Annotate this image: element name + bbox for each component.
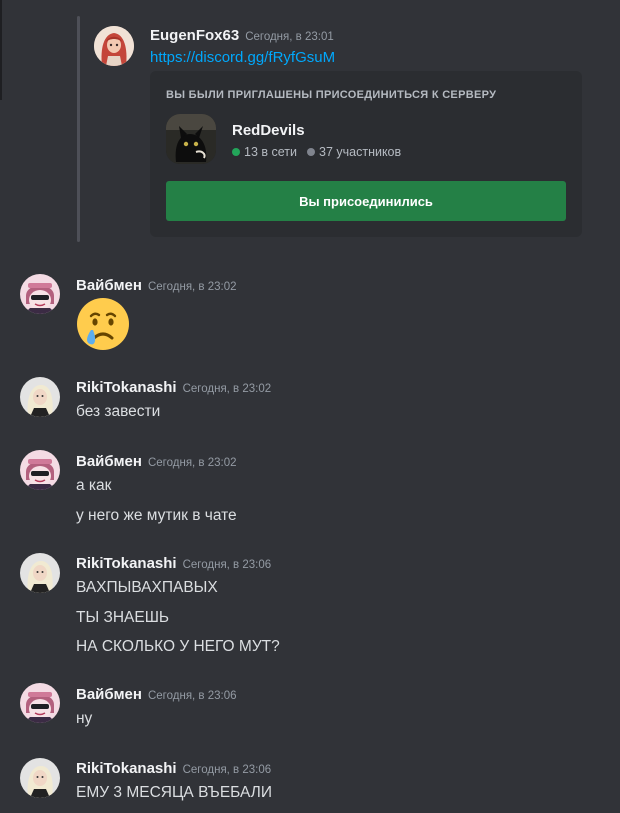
blonde-avatar-icon xyxy=(20,377,60,417)
anime-avatar-icon xyxy=(20,274,60,314)
message-text: у него же мутик в чате xyxy=(76,507,237,524)
blonde-avatar-icon xyxy=(20,758,60,798)
blonde-avatar-icon xyxy=(20,553,60,593)
message-timestamp: Сегодня, в 23:06 xyxy=(147,690,237,702)
message-timestamp: Сегодня, в 23:02 xyxy=(147,281,237,293)
author-name[interactable]: RikiTokanashi xyxy=(76,379,177,396)
quote-bar xyxy=(77,16,80,242)
message-timestamp: Сегодня, в 23:06 xyxy=(182,559,272,571)
author-name[interactable]: Вайбмен xyxy=(76,686,142,703)
author-name[interactable]: Вайбмен xyxy=(76,453,142,470)
avatar[interactable] xyxy=(20,553,60,593)
message-text: ЕМУ 3 МЕСЯЦА ВЪЕБАЛИ xyxy=(76,784,272,801)
message-timestamp: Сегодня, в 23:02 xyxy=(147,457,237,469)
server-name: RedDevils xyxy=(232,122,305,139)
joined-button[interactable]: Вы присоединились xyxy=(166,181,566,221)
member-count: 37 участников xyxy=(319,145,402,159)
invite-card: ВЫ БЫЛИ ПРИГЛАШЕНЫ ПРИСОЕДИНИТЬСЯ К СЕРВ… xyxy=(150,71,582,237)
avatar[interactable] xyxy=(20,450,60,490)
invite-heading: ВЫ БЫЛИ ПРИГЛАШЕНЫ ПРИСОЕДИНИТЬСЯ К СЕРВ… xyxy=(166,89,497,101)
message-text: без завести xyxy=(76,403,161,420)
message-text: ВАХПЫВАХПАВЫХ xyxy=(76,579,218,596)
avatar[interactable] xyxy=(20,274,60,314)
message-timestamp: Сегодня, в 23:02 xyxy=(182,383,272,395)
online-dot-icon xyxy=(232,148,240,156)
avatar[interactable] xyxy=(20,377,60,417)
anime-avatar-icon xyxy=(20,683,60,723)
members-dot-icon xyxy=(307,148,315,156)
message-text: ну xyxy=(76,710,93,727)
avatar[interactable] xyxy=(20,758,60,798)
author-name[interactable]: Вайбмен xyxy=(76,277,142,294)
avatar[interactable] xyxy=(20,683,60,723)
server-icon[interactable] xyxy=(166,114,216,164)
black-cat-icon xyxy=(166,114,216,164)
invite-link[interactable]: https://discord.gg/fRyfGsuM xyxy=(150,49,335,66)
author-name[interactable]: RikiTokanashi xyxy=(76,555,177,572)
avatar[interactable] xyxy=(94,26,134,66)
message-text: НА СКОЛЬКО У НЕГО МУТ? xyxy=(76,638,280,655)
author-name[interactable]: EugenFox63 xyxy=(150,27,239,44)
message-text: а как xyxy=(76,477,112,494)
crying-face-emoji-icon xyxy=(77,298,129,350)
anime-avatar-icon xyxy=(20,450,60,490)
online-count: 13 в сети xyxy=(244,145,297,159)
message-timestamp: Сегодня, в 23:06 xyxy=(182,764,272,776)
redhead-avatar-icon xyxy=(94,26,134,66)
message-timestamp: Сегодня, в 23:01 xyxy=(245,31,334,43)
channel-edge xyxy=(0,0,2,100)
server-stats: 13 в сети 37 участников xyxy=(232,145,401,159)
message-text: ТЫ ЗНАЕШЬ xyxy=(76,609,170,626)
author-name[interactable]: RikiTokanashi xyxy=(76,760,177,777)
